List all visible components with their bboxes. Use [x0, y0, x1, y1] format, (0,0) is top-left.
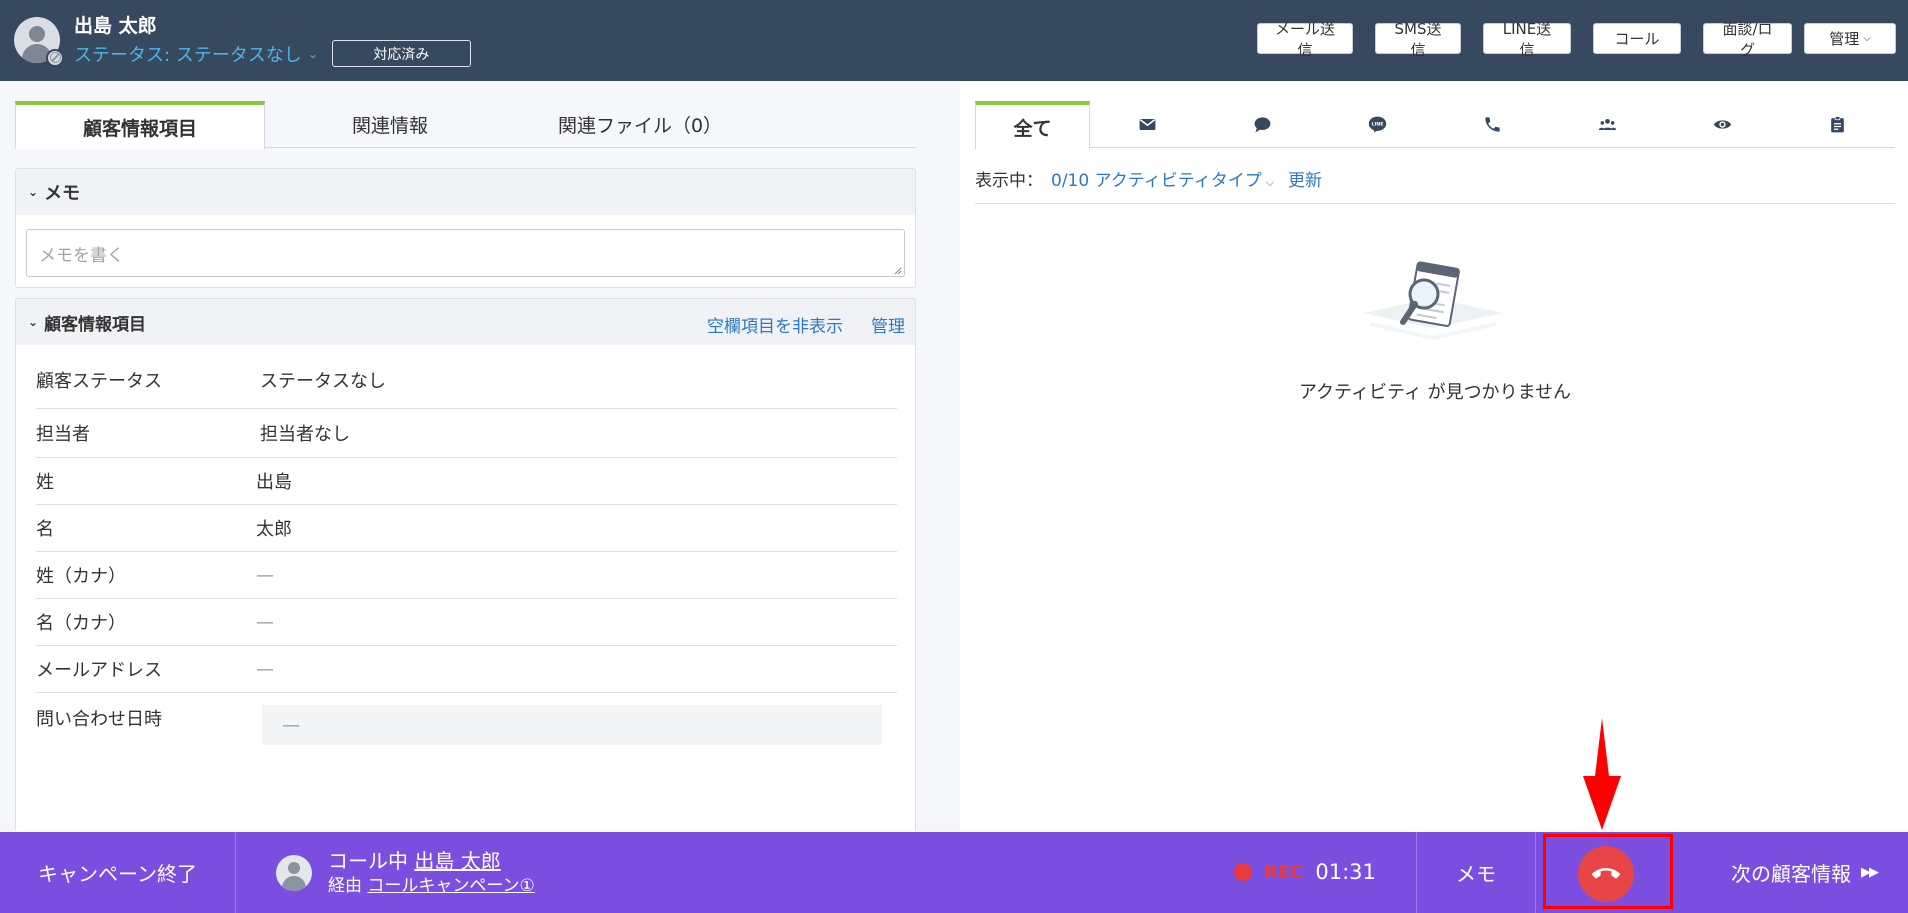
- rec-label: REC: [1264, 861, 1304, 883]
- field-value[interactable]: 太郎: [256, 515, 292, 541]
- field-label: 姓: [36, 472, 54, 493]
- fast-forward-icon: ▶▶: [1861, 865, 1879, 880]
- call-memo-button[interactable]: メモ: [1416, 832, 1536, 913]
- tab-sms[interactable]: [1205, 101, 1320, 148]
- phone-icon: [1485, 117, 1500, 132]
- field-value[interactable]: —: [256, 612, 274, 633]
- field-value[interactable]: —: [256, 565, 274, 586]
- manage-dropdown-button[interactable]: 管理 ⌵: [1804, 23, 1896, 54]
- record-dot-icon: [1234, 863, 1252, 881]
- customer-info-title: 顧客情報項目: [44, 314, 147, 335]
- activity-filter-bar: 表示中： 0/10 アクティビティタイプ ⌵ 更新: [975, 166, 1895, 204]
- people-icon: [1598, 118, 1617, 131]
- field-row-assignee: 担当者 担当者なし: [36, 409, 897, 458]
- field-value[interactable]: ステータスなし: [260, 367, 386, 393]
- phone-hangup-icon: [1592, 868, 1620, 879]
- field-label: 顧客ステータス: [36, 370, 162, 392]
- manage-label: 管理: [1829, 30, 1860, 48]
- customer-info-header[interactable]: ⌄ 顧客情報項目 空欄項目を非表示 管理: [16, 299, 915, 345]
- chat-icon: [1254, 117, 1271, 133]
- tab-related-files[interactable]: 関連ファイル（0）: [515, 101, 765, 148]
- field-label: 姓（カナ）: [36, 566, 126, 587]
- field-label: 名（カナ）: [36, 613, 126, 634]
- next-customer-button[interactable]: 次の顧客情報 ▶▶: [1700, 832, 1908, 913]
- manage-fields-link[interactable]: 管理: [871, 312, 905, 337]
- refresh-link[interactable]: 更新: [1288, 166, 1322, 191]
- tab-view[interactable]: [1665, 101, 1780, 148]
- field-row-first-name-kana: 名（カナ） —: [36, 599, 897, 646]
- end-campaign-button[interactable]: キャンペーン終了: [0, 832, 236, 913]
- call-button[interactable]: コール: [1593, 23, 1681, 54]
- hide-empty-fields-link[interactable]: 空欄項目を非表示: [707, 312, 843, 337]
- chevron-down-icon: ⌵: [1863, 33, 1871, 44]
- mail-icon: [1139, 118, 1156, 131]
- customer-header: 出島 太郎 ステータス: ステータスなし ⌄ 対応済み メール送信 SMS送信 …: [0, 0, 1908, 81]
- tab-all[interactable]: 全て: [975, 101, 1090, 149]
- tab-related-info[interactable]: 関連情報: [265, 101, 515, 148]
- meeting-log-button[interactable]: 面談/ログ: [1703, 20, 1792, 59]
- send-sms-button[interactable]: SMS送信: [1375, 20, 1461, 59]
- memo-panel: ⌄ メモ メモを書く: [15, 168, 916, 288]
- activity-type-tabs: 全て LINE: [975, 101, 1895, 149]
- field-label: メールアドレス: [36, 660, 162, 681]
- customer-name: 出島 太郎: [74, 15, 157, 37]
- caller-avatar: [276, 854, 312, 891]
- customer-tabs: 顧客情報項目 関連情報 関連ファイル（0）: [15, 101, 916, 149]
- tab-call[interactable]: [1435, 101, 1550, 148]
- chevron-down-icon: ⌵: [1265, 176, 1275, 189]
- field-value[interactable]: 出島: [256, 468, 292, 494]
- field-row-inquiry-datetime: 問い合わせ日時 —: [36, 693, 897, 753]
- calling-customer-link[interactable]: 出島 太郎: [414, 849, 500, 873]
- hangup-button[interactable]: [1578, 846, 1634, 902]
- clipboard-icon: [1831, 116, 1844, 133]
- no-status-icon: [46, 48, 64, 67]
- customer-info-list: 顧客ステータス ステータスなし 担当者 担当者なし 姓 出島 名 太郎 姓（カナ…: [36, 345, 897, 753]
- tab-customer-info[interactable]: 顧客情報項目: [15, 101, 265, 149]
- annotation-arrow-icon: [1583, 718, 1621, 830]
- campaign-link[interactable]: コールキャンペーン①: [367, 876, 534, 896]
- filter-label: 表示中：: [975, 171, 1043, 191]
- memo-panel-header[interactable]: ⌄ メモ: [16, 169, 915, 215]
- field-label: 問い合わせ日時: [36, 709, 162, 730]
- next-customer-label: 次の顧客情報: [1731, 862, 1851, 886]
- calling-status: コール中: [328, 848, 408, 873]
- customer-info-panel: ⌄ 顧客情報項目 空欄項目を非表示 管理 顧客ステータス ステータスなし 担当者…: [15, 298, 916, 832]
- line-icon: LINE: [1368, 116, 1387, 133]
- field-label: 担当者: [36, 424, 90, 445]
- field-label: 名: [36, 519, 54, 540]
- activity-type-filter-dropdown[interactable]: 0/10 アクティビティタイプ ⌵: [1051, 166, 1274, 191]
- activity-filter-value: 0/10 アクティビティタイプ: [1051, 171, 1262, 191]
- status-dropdown[interactable]: ステータス: ステータスなし: [74, 41, 302, 67]
- field-row-email: メールアドレス —: [36, 646, 897, 693]
- chevron-down-icon: ⌄: [28, 185, 39, 199]
- send-line-button[interactable]: LINE送信: [1483, 20, 1571, 59]
- field-row-last-name: 姓 出島: [36, 458, 897, 505]
- field-value[interactable]: —: [256, 659, 274, 680]
- tab-email[interactable]: [1090, 101, 1205, 148]
- no-activities-message: アクティビティ が見つかりません: [1298, 382, 1572, 403]
- via-label: 経由: [328, 875, 362, 896]
- field-value[interactable]: —: [262, 705, 882, 745]
- no-results-illustration-icon: [1363, 261, 1503, 340]
- svg-text:LINE: LINE: [1371, 121, 1383, 127]
- tab-line[interactable]: LINE: [1320, 101, 1435, 148]
- call-timer: 01:31: [1315, 860, 1376, 884]
- field-value[interactable]: 担当者なし: [260, 420, 350, 446]
- chevron-down-icon: ⌄: [28, 315, 39, 329]
- memo-textarea[interactable]: メモを書く: [26, 229, 905, 277]
- chevron-down-icon[interactable]: ⌄: [308, 47, 318, 61]
- tab-meeting[interactable]: [1550, 101, 1665, 148]
- memo-placeholder: メモを書く: [39, 246, 124, 266]
- mark-done-button[interactable]: 対応済み: [331, 40, 471, 67]
- memo-title: メモ: [44, 183, 81, 204]
- send-email-button[interactable]: メール送信: [1257, 20, 1353, 59]
- tab-task[interactable]: [1780, 101, 1895, 148]
- resize-handle-icon[interactable]: [894, 267, 902, 275]
- recording-indicator: REC 01:31: [1234, 860, 1376, 884]
- eye-icon: [1713, 120, 1732, 129]
- field-row-customer-status: 顧客ステータス ステータスなし: [36, 345, 897, 409]
- field-row-last-name-kana: 姓（カナ） —: [36, 552, 897, 599]
- field-row-first-name: 名 太郎: [36, 505, 897, 552]
- customer-avatar: [14, 16, 64, 67]
